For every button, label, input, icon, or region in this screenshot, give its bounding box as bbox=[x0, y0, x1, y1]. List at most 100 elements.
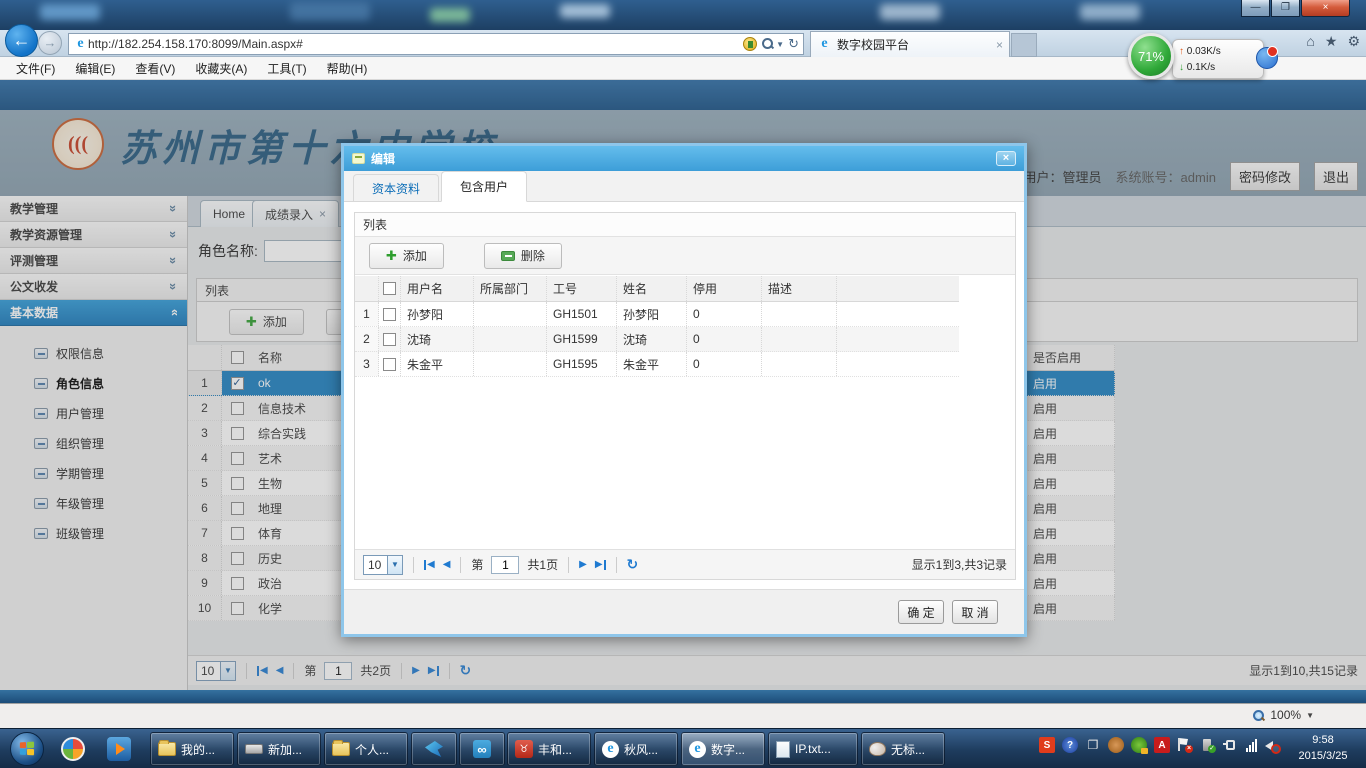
browser-tab[interactable]: e 数字校园平台 × bbox=[810, 31, 1010, 57]
favorites-star-icon[interactable]: ★ bbox=[1325, 33, 1338, 50]
minimize-button[interactable]: — bbox=[1241, 0, 1270, 17]
search-icon[interactable] bbox=[762, 38, 774, 50]
fullname-header[interactable]: 姓名 bbox=[617, 276, 687, 301]
prev-page-button[interactable]: ◀ bbox=[443, 559, 451, 570]
taskbar-button-paint[interactable]: 无标... bbox=[861, 732, 945, 766]
refresh-icon[interactable]: ↻ bbox=[627, 556, 639, 573]
tray-help-icon[interactable]: ? bbox=[1062, 737, 1078, 753]
page-number-input[interactable] bbox=[491, 556, 519, 574]
refresh-icon[interactable]: ↻ bbox=[788, 36, 799, 52]
settings-gear-icon[interactable]: ⚙ bbox=[1347, 33, 1360, 50]
disabled-cell: 0 bbox=[687, 327, 762, 351]
add-user-button[interactable]: ✚添加 bbox=[369, 243, 444, 269]
start-button[interactable] bbox=[10, 732, 44, 766]
row-checkbox[interactable] bbox=[379, 327, 401, 351]
tray-expand-icon[interactable]: ❐ bbox=[1085, 737, 1101, 753]
tray-network-signal-icon[interactable] bbox=[1246, 739, 1257, 752]
close-button[interactable]: × bbox=[1301, 0, 1350, 17]
tray-adobe-icon[interactable]: A bbox=[1154, 737, 1170, 753]
url-text[interactable]: http://182.254.158.170:8099/Main.aspx# bbox=[88, 37, 740, 51]
zoom-dropdown-icon[interactable]: ▼ bbox=[1306, 711, 1314, 720]
page-prefix: 第 bbox=[471, 556, 483, 573]
taskbar-button-ie-qiufeng[interactable]: e 秋风... bbox=[594, 732, 678, 766]
taskbar-button-loop-app[interactable]: ∞ bbox=[459, 732, 505, 766]
tray-volume-muted-icon[interactable] bbox=[1264, 737, 1280, 753]
username-cell: 孙梦阳 bbox=[401, 302, 474, 326]
taskbar-clock[interactable]: 9:58 2015/3/25 bbox=[1284, 732, 1362, 764]
checkbox-icon[interactable] bbox=[383, 282, 396, 295]
record-info: 显示1到3,共3记录 bbox=[912, 556, 1007, 573]
cancel-button[interactable]: 取 消 bbox=[952, 600, 998, 624]
tray-reminder-bull-icon[interactable] bbox=[1108, 737, 1124, 753]
taskbar-button-ie-digital-campus[interactable]: e 数字... bbox=[681, 732, 765, 766]
taskbar-button-my-computer[interactable]: 我的... bbox=[150, 732, 234, 766]
tray-sogou-icon[interactable]: S bbox=[1039, 737, 1055, 753]
quicklaunch-media-player-icon[interactable] bbox=[104, 734, 134, 764]
row-checkbox[interactable] bbox=[379, 302, 401, 326]
zoom-control[interactable]: 100% ▼ bbox=[1252, 708, 1314, 722]
webpage: ((( 苏州市第十六中学校 当前用户：管理员 系统账号：admin 密码修改 退… bbox=[0, 80, 1366, 703]
zoom-level[interactable]: 100% bbox=[1270, 708, 1301, 722]
dialog-titlebar[interactable]: 编辑 × bbox=[344, 146, 1024, 171]
disabled-header[interactable]: 停用 bbox=[687, 276, 762, 301]
tray-power-plug-icon[interactable] bbox=[1223, 737, 1239, 753]
speedball-percent[interactable]: 71% bbox=[1128, 33, 1174, 79]
checkbox-icon[interactable] bbox=[383, 358, 396, 371]
row-checkbox[interactable] bbox=[379, 352, 401, 376]
description-header[interactable]: 描述 bbox=[762, 276, 837, 301]
speedball-notification-icon[interactable] bbox=[1256, 47, 1278, 69]
checkbox-icon[interactable] bbox=[383, 333, 396, 346]
last-page-button[interactable]: ▶ bbox=[595, 559, 606, 570]
compatibility-view-icon[interactable] bbox=[743, 37, 757, 51]
menu-tools[interactable]: 工具(T) bbox=[259, 57, 314, 80]
taskbar-button-notepad[interactable]: IP.txt... bbox=[768, 732, 858, 766]
menu-help[interactable]: 帮助(H) bbox=[319, 57, 376, 80]
tab-close-icon[interactable]: × bbox=[996, 38, 1003, 52]
back-button[interactable]: ← bbox=[5, 24, 38, 57]
menu-file[interactable]: 文件(F) bbox=[8, 57, 63, 80]
employee-id-header[interactable]: 工号 bbox=[547, 276, 617, 301]
maximize-button[interactable]: ❐ bbox=[1271, 0, 1300, 17]
new-tab-stub[interactable] bbox=[1011, 33, 1037, 57]
tray-secure-globe-icon[interactable] bbox=[1131, 737, 1147, 753]
forward-button[interactable]: → bbox=[38, 31, 62, 55]
home-icon[interactable]: ⌂ bbox=[1306, 33, 1314, 50]
user-row[interactable]: 3 朱金平 GH1595 朱金平 0 bbox=[355, 352, 959, 377]
tab-title[interactable]: 数字校园平台 bbox=[837, 36, 991, 53]
next-page-button[interactable]: ▶ bbox=[579, 559, 587, 570]
tab-basic-info[interactable]: 资本资料 bbox=[353, 174, 439, 201]
delete-user-button[interactable]: 删除 bbox=[484, 243, 562, 269]
first-page-button[interactable]: ◀ bbox=[424, 559, 435, 570]
user-row[interactable]: 1 孙梦阳 GH1501 孙梦阳 0 bbox=[355, 302, 959, 327]
select-all-checkbox[interactable] bbox=[379, 276, 401, 301]
dialog-close-icon[interactable]: × bbox=[996, 151, 1016, 166]
taskbar-button-fenghe[interactable]: ♉ 丰和... bbox=[507, 732, 591, 766]
department-header[interactable]: 所属部门 bbox=[474, 276, 547, 301]
minus-icon bbox=[501, 251, 515, 261]
ok-button[interactable]: 确 定 bbox=[898, 600, 944, 624]
username-header[interactable]: 用户名 bbox=[401, 276, 474, 301]
taskbar-button-bird-app[interactable] bbox=[411, 732, 457, 766]
menu-favorites[interactable]: 收藏夹(A) bbox=[187, 57, 255, 80]
address-bar[interactable]: e http://182.254.158.170:8099/Main.aspx#… bbox=[68, 33, 804, 55]
tray-usb-icon[interactable]: ✓ bbox=[1200, 737, 1216, 753]
menu-edit[interactable]: 编辑(E) bbox=[67, 57, 123, 80]
page-size-value: 10 bbox=[368, 558, 381, 572]
users-grid: 用户名 所属部门 工号 姓名 停用 描述 1 孙梦阳 GH1501 bbox=[355, 276, 959, 377]
checkbox-icon[interactable] bbox=[383, 308, 396, 321]
quicklaunch-browser-icon[interactable] bbox=[58, 734, 88, 764]
taskbar-button-personal-folder[interactable]: 个人... bbox=[324, 732, 408, 766]
page-size-select[interactable]: 10▼ bbox=[363, 555, 403, 575]
wallpaper-blob bbox=[40, 4, 100, 20]
clock-time: 9:58 bbox=[1284, 732, 1362, 748]
username-cell: 朱金平 bbox=[401, 352, 474, 376]
tray-action-center-flag-icon[interactable]: × bbox=[1177, 737, 1193, 753]
search-dropdown-icon[interactable]: ▼ bbox=[776, 40, 784, 49]
tab-included-users[interactable]: 包含用户 bbox=[441, 171, 527, 202]
taskbar-button-new-volume[interactable]: 新加... bbox=[237, 732, 321, 766]
disabled-cell: 0 bbox=[687, 302, 762, 326]
fullname-cell: 孙梦阳 bbox=[617, 302, 687, 326]
menu-view[interactable]: 查看(V) bbox=[127, 57, 183, 80]
user-row[interactable]: 2 沈琦 GH1599 沈琦 0 bbox=[355, 327, 959, 352]
fullname-cell: 朱金平 bbox=[617, 352, 687, 376]
